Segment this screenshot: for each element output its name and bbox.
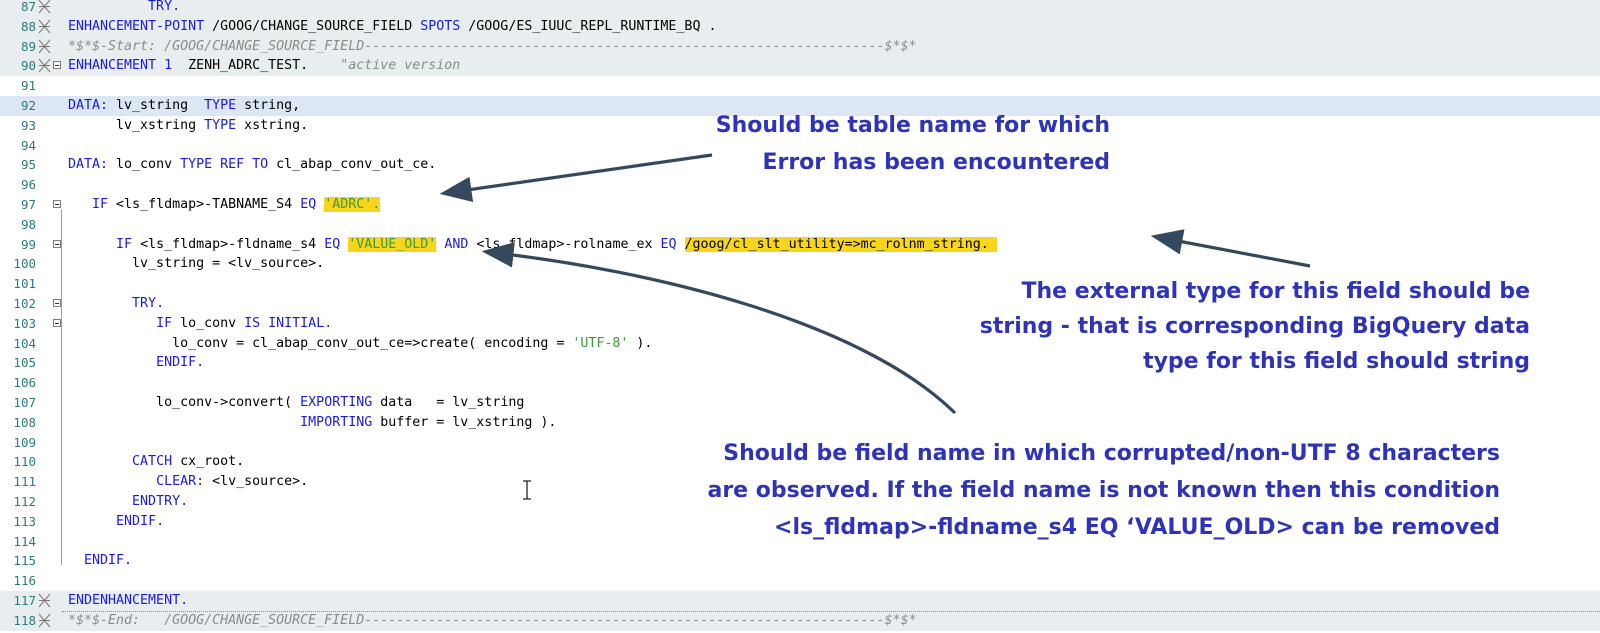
arrow-to-fldname <box>481 242 957 415</box>
arrow-to-rolname <box>1150 229 1311 268</box>
annotation-arrows <box>439 153 1311 415</box>
arrow-to-tabname <box>439 153 713 203</box>
text-cursor-icon <box>522 480 532 500</box>
